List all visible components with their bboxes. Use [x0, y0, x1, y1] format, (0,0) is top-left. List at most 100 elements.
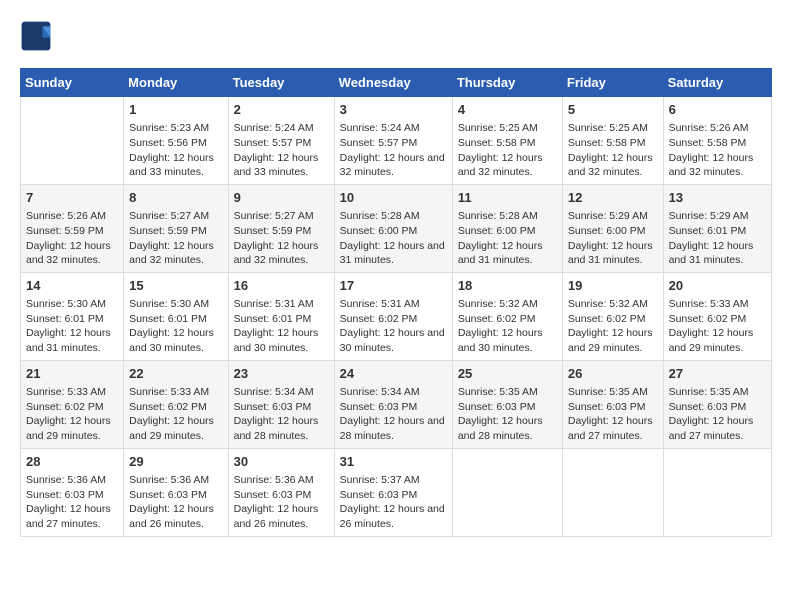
header-cell-wednesday: Wednesday [334, 69, 452, 97]
day-info: Sunrise: 5:33 AMSunset: 6:02 PMDaylight:… [129, 385, 222, 444]
day-cell: 23 Sunrise: 5:34 AMSunset: 6:03 PMDayligh… [228, 360, 334, 448]
day-number: 13 [669, 189, 766, 207]
header-cell-monday: Monday [124, 69, 228, 97]
day-number: 8 [129, 189, 222, 207]
day-number: 16 [234, 277, 329, 295]
day-number: 7 [26, 189, 118, 207]
day-cell: 14 Sunrise: 5:30 AMSunset: 6:01 PMDayligh… [21, 272, 124, 360]
day-cell: 29 Sunrise: 5:36 AMSunset: 6:03 PMDayligh… [124, 448, 228, 536]
day-cell [21, 97, 124, 185]
day-number: 24 [340, 365, 447, 383]
day-cell: 10Sunrise: 5:28 AMSunset: 6:00 PMDayligh… [334, 184, 452, 272]
header-cell-tuesday: Tuesday [228, 69, 334, 97]
day-number: 20 [669, 277, 766, 295]
day-cell: 13 Sunrise: 5:29 AMSunset: 6:01 PMDayligh… [663, 184, 771, 272]
day-number: 27 [669, 365, 766, 383]
day-cell: 2Sunrise: 5:24 AMSunset: 5:57 PMDaylight… [228, 97, 334, 185]
day-cell: 21 Sunrise: 5:33 AMSunset: 6:02 PMDayligh… [21, 360, 124, 448]
day-info: Sunrise: 5:35 AMSunset: 6:03 PMDaylight:… [458, 385, 557, 444]
header-cell-friday: Friday [562, 69, 663, 97]
day-info: Sunrise: 5:27 AMSunset: 5:59 PMDaylight:… [234, 209, 329, 268]
day-number: 12 [568, 189, 658, 207]
day-number: 26 [568, 365, 658, 383]
day-cell [663, 448, 771, 536]
day-cell [452, 448, 562, 536]
day-number: 5 [568, 101, 658, 119]
day-number: 11 [458, 189, 557, 207]
day-cell: 3 Sunrise: 5:24 AMSunset: 5:57 PMDaylight… [334, 97, 452, 185]
calendar-table: SundayMondayTuesdayWednesdayThursdayFrid… [20, 68, 772, 537]
day-cell: 16Sunrise: 5:31 AMSunset: 6:01 PMDayligh… [228, 272, 334, 360]
day-cell: 30Sunrise: 5:36 AMSunset: 6:03 PMDayligh… [228, 448, 334, 536]
day-cell: 28 Sunrise: 5:36 AMSunset: 6:03 PMDayligh… [21, 448, 124, 536]
day-info: Sunrise: 5:23 AMSunset: 5:56 PMDaylight:… [129, 121, 222, 180]
day-info: Sunrise: 5:33 AMSunset: 6:02 PMDaylight:… [26, 385, 118, 444]
day-cell: 6 Sunrise: 5:26 AMSunset: 5:58 PMDaylight… [663, 97, 771, 185]
day-info: Sunrise: 5:34 AMSunset: 6:03 PMDaylight:… [234, 385, 329, 444]
logo [20, 20, 56, 52]
day-info: Sunrise: 5:37 AMSunset: 6:03 PMDaylight:… [340, 473, 447, 532]
day-cell: 19 Sunrise: 5:32 AMSunset: 6:02 PMDayligh… [562, 272, 663, 360]
day-info: Sunrise: 5:24 AMSunset: 5:57 PMDaylight:… [234, 121, 329, 180]
day-cell: 27 Sunrise: 5:35 AMSunset: 6:03 PMDayligh… [663, 360, 771, 448]
day-cell: 1Sunrise: 5:23 AMSunset: 5:56 PMDaylight… [124, 97, 228, 185]
day-cell: 22 Sunrise: 5:33 AMSunset: 6:02 PMDayligh… [124, 360, 228, 448]
day-cell: 15 Sunrise: 5:30 AMSunset: 6:01 PMDayligh… [124, 272, 228, 360]
logo-icon [20, 20, 52, 52]
day-number: 31 [340, 453, 447, 471]
day-cell: 7 Sunrise: 5:26 AMSunset: 5:59 PMDaylight… [21, 184, 124, 272]
day-number: 10 [340, 189, 447, 207]
day-number: 23 [234, 365, 329, 383]
day-number: 22 [129, 365, 222, 383]
day-info: Sunrise: 5:27 AMSunset: 5:59 PMDaylight:… [129, 209, 222, 268]
day-cell: 26 Sunrise: 5:35 AMSunset: 6:03 PMDayligh… [562, 360, 663, 448]
day-cell: 5 Sunrise: 5:25 AMSunset: 5:58 PMDaylight… [562, 97, 663, 185]
day-cell: 17 Sunrise: 5:31 AMSunset: 6:02 PMDayligh… [334, 272, 452, 360]
day-cell: 20 Sunrise: 5:33 AMSunset: 6:02 PMDayligh… [663, 272, 771, 360]
day-cell: 25Sunrise: 5:35 AMSunset: 6:03 PMDayligh… [452, 360, 562, 448]
day-info: Sunrise: 5:35 AMSunset: 6:03 PMDaylight:… [568, 385, 658, 444]
day-number: 4 [458, 101, 557, 119]
week-row-1: 1Sunrise: 5:23 AMSunset: 5:56 PMDaylight… [21, 97, 772, 185]
day-info: Sunrise: 5:36 AMSunset: 6:03 PMDaylight:… [129, 473, 222, 532]
day-info: Sunrise: 5:36 AMSunset: 6:03 PMDaylight:… [234, 473, 329, 532]
day-info: Sunrise: 5:30 AMSunset: 6:01 PMDaylight:… [26, 297, 118, 356]
day-info: Sunrise: 5:30 AMSunset: 6:01 PMDaylight:… [129, 297, 222, 356]
week-row-2: 7 Sunrise: 5:26 AMSunset: 5:59 PMDaylight… [21, 184, 772, 272]
day-number: 29 [129, 453, 222, 471]
header-row: SundayMondayTuesdayWednesdayThursdayFrid… [21, 69, 772, 97]
day-info: Sunrise: 5:33 AMSunset: 6:02 PMDaylight:… [669, 297, 766, 356]
day-info: Sunrise: 5:25 AMSunset: 5:58 PMDaylight:… [458, 121, 557, 180]
day-number: 14 [26, 277, 118, 295]
week-row-5: 28 Sunrise: 5:36 AMSunset: 6:03 PMDayligh… [21, 448, 772, 536]
day-cell: 4 Sunrise: 5:25 AMSunset: 5:58 PMDaylight… [452, 97, 562, 185]
day-info: Sunrise: 5:26 AMSunset: 5:58 PMDaylight:… [669, 121, 766, 180]
day-info: Sunrise: 5:36 AMSunset: 6:03 PMDaylight:… [26, 473, 118, 532]
day-cell [562, 448, 663, 536]
page-header [20, 20, 772, 52]
day-cell: 12 Sunrise: 5:29 AMSunset: 6:00 PMDayligh… [562, 184, 663, 272]
day-info: Sunrise: 5:26 AMSunset: 5:59 PMDaylight:… [26, 209, 118, 268]
day-number: 6 [669, 101, 766, 119]
day-info: Sunrise: 5:29 AMSunset: 6:01 PMDaylight:… [669, 209, 766, 268]
day-info: Sunrise: 5:31 AMSunset: 6:02 PMDaylight:… [340, 297, 447, 356]
day-number: 28 [26, 453, 118, 471]
header-cell-saturday: Saturday [663, 69, 771, 97]
day-info: Sunrise: 5:32 AMSunset: 6:02 PMDaylight:… [568, 297, 658, 356]
day-number: 17 [340, 277, 447, 295]
day-info: Sunrise: 5:24 AMSunset: 5:57 PMDaylight:… [340, 121, 447, 180]
day-info: Sunrise: 5:35 AMSunset: 6:03 PMDaylight:… [669, 385, 766, 444]
day-info: Sunrise: 5:34 AMSunset: 6:03 PMDaylight:… [340, 385, 447, 444]
day-number: 21 [26, 365, 118, 383]
day-cell: 11Sunrise: 5:28 AMSunset: 6:00 PMDayligh… [452, 184, 562, 272]
day-info: Sunrise: 5:25 AMSunset: 5:58 PMDaylight:… [568, 121, 658, 180]
day-number: 19 [568, 277, 658, 295]
day-info: Sunrise: 5:29 AMSunset: 6:00 PMDaylight:… [568, 209, 658, 268]
week-row-4: 21 Sunrise: 5:33 AMSunset: 6:02 PMDayligh… [21, 360, 772, 448]
day-cell: 8 Sunrise: 5:27 AMSunset: 5:59 PMDaylight… [124, 184, 228, 272]
day-number: 15 [129, 277, 222, 295]
day-number: 3 [340, 101, 447, 119]
day-number: 18 [458, 277, 557, 295]
day-info: Sunrise: 5:32 AMSunset: 6:02 PMDaylight:… [458, 297, 557, 356]
header-cell-thursday: Thursday [452, 69, 562, 97]
